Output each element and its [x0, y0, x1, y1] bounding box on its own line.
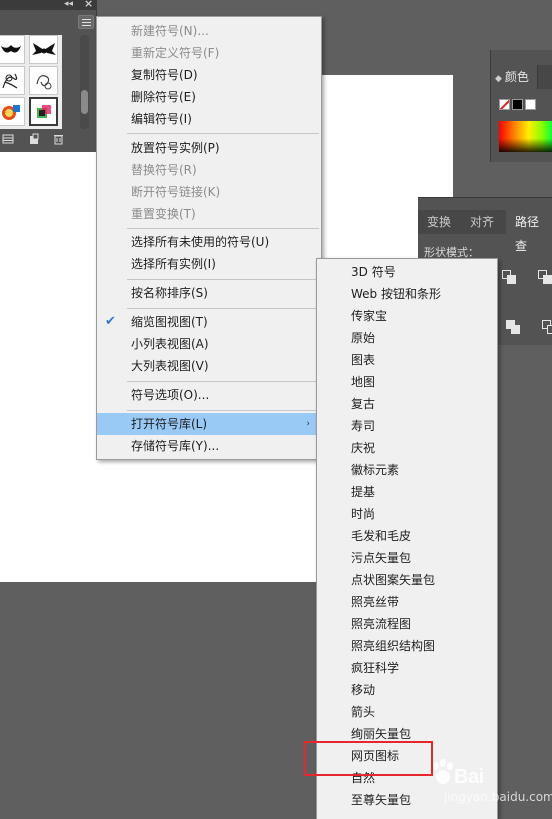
symbol-library-submenu: 3D 符号 Web 按钮和条形 传家宝 原始 图表 地图 复古 寿司 庆祝 徽标…	[316, 258, 498, 819]
symbol-thumb-badge[interactable]	[0, 97, 25, 126]
swatch-white[interactable]	[525, 99, 536, 110]
submenu-item[interactable]: 照亮组织结构图	[317, 635, 497, 657]
close-icon[interactable]: ×	[84, 0, 93, 10]
menu-reset-transform: 重置变换(T)	[131, 207, 196, 221]
menu-save-symbol-library[interactable]: 存储符号库(Y)...	[97, 435, 321, 457]
menu-replace-symbol: 替换符号(R)	[131, 163, 197, 177]
submenu-item[interactable]: Web 按钮和条形	[317, 283, 497, 305]
submenu-item[interactable]: 徽标元素	[317, 459, 497, 481]
merge-icon[interactable]	[542, 320, 552, 334]
submenu-item[interactable]: 寿司	[317, 415, 497, 437]
submenu-item[interactable]: 原始	[317, 327, 497, 349]
tab-color[interactable]: ◆ 颜色	[491, 65, 537, 89]
symbol-thumb-floral[interactable]	[0, 66, 25, 95]
panel-title-bar[interactable]	[0, 0, 97, 10]
tab-chevron-icon: ◆	[495, 74, 502, 84]
menu-select-all-instances[interactable]: 选择所有实例(I)	[97, 253, 321, 275]
submenu-item[interactable]: 3D 符号	[317, 261, 497, 283]
swatch-none[interactable]	[499, 99, 510, 110]
submenu-item[interactable]: 照亮流程图	[317, 613, 497, 635]
tab-pathfinder[interactable]: 路径查	[506, 210, 552, 253]
submenu-item[interactable]: 提基	[317, 481, 497, 503]
submenu-item[interactable]: 时尚	[317, 503, 497, 525]
tab-color-label: 颜色	[504, 70, 529, 84]
menu-thumbnail-view-label: 缩览图视图(T)	[131, 315, 208, 329]
annotation-highlight-box	[304, 741, 433, 776]
menu-place-symbol-instance[interactable]: 放置符号实例(P)	[97, 137, 321, 159]
menu-separator	[127, 308, 319, 309]
symbol-thumb-box[interactable]	[29, 97, 58, 126]
menu-duplicate-symbol[interactable]: 复制符号(D)	[97, 64, 321, 86]
trim-icon[interactable]	[506, 320, 520, 334]
submenu-item[interactable]: 疯狂科学	[317, 657, 497, 679]
submenu-item[interactable]: 照亮丝带	[317, 591, 497, 613]
submenu-item[interactable]: 复古	[317, 393, 497, 415]
symbol-grid	[0, 35, 62, 129]
menu-open-symbol-library-label: 打开符号库(L)	[131, 417, 208, 431]
symbols-panel-menu: 新建符号(N)... 重新定义符号(F) 复制符号(D) 删除符号(E) 编辑符…	[96, 16, 322, 460]
menu-new-symbol: 新建符号(N)...	[131, 24, 209, 38]
submenu-item[interactable]: 点状图案矢量包	[317, 569, 497, 591]
color-panel: ◆ 颜色	[490, 50, 552, 162]
menu-delete-symbol[interactable]: 删除符号(E)	[97, 86, 321, 108]
menu-small-list-view[interactable]: 小列表视图(A)	[97, 333, 321, 355]
tab-align[interactable]: 对齐	[461, 210, 503, 234]
submenu-item[interactable]: 图表	[317, 349, 497, 371]
menu-thumbnail-view[interactable]: ✔ 缩览图视图(T)	[97, 311, 321, 333]
checkmark-icon: ✔	[105, 314, 116, 329]
new-symbol-icon[interactable]	[28, 133, 40, 145]
menu-symbol-options[interactable]: 符号选项(O)...	[97, 384, 321, 406]
submenu-item[interactable]: 毛发和毛皮	[317, 525, 497, 547]
menu-large-list-view[interactable]: 大列表视图(V)	[97, 355, 321, 377]
submenu-item[interactable]: 传家宝	[317, 305, 497, 327]
intersect-icon[interactable]	[538, 270, 552, 284]
menu-separator	[127, 381, 319, 382]
color-spectrum[interactable]	[499, 121, 552, 152]
scrollbar-thumb[interactable]	[81, 90, 88, 114]
menu-edit-symbol[interactable]: 编辑符号(I)	[97, 108, 321, 130]
collapse-icon[interactable]: ◂◂	[64, 0, 73, 9]
submenu-item[interactable]: 至尊矢量包	[317, 789, 497, 811]
delete-symbol-icon[interactable]	[52, 133, 64, 145]
submenu-item[interactable]: 地图	[317, 371, 497, 393]
menu-break-link: 断开符号链接(K)	[131, 185, 221, 199]
symbol-thumb-swirl[interactable]	[29, 66, 58, 95]
panel-tabs: 变换 对齐 路径查	[418, 210, 552, 253]
submenu-arrow-icon: ›	[306, 419, 310, 429]
menu-separator	[127, 133, 319, 134]
symbol-thumb-wings[interactable]	[29, 35, 58, 64]
minus-front-icon[interactable]	[502, 270, 516, 284]
menu-separator	[127, 410, 319, 411]
symbol-thumb-banner[interactable]	[0, 35, 25, 64]
menu-redefine-symbol: 重新定义符号(F)	[131, 46, 220, 60]
swatch-black[interactable]	[512, 99, 523, 110]
symbol-library-icon[interactable]	[2, 133, 14, 145]
symbol-scrollbar[interactable]	[80, 35, 89, 129]
submenu-item[interactable]: 庆祝	[317, 437, 497, 459]
tab-transform[interactable]: 变换	[418, 210, 460, 234]
menu-separator	[127, 279, 319, 280]
tab-next[interactable]	[537, 65, 552, 89]
submenu-item[interactable]: 箭头	[317, 701, 497, 723]
submenu-item[interactable]: 移动	[317, 679, 497, 701]
menu-select-unused[interactable]: 选择所有未使用的符号(U)	[97, 231, 321, 253]
menu-open-symbol-library[interactable]: 打开符号库(L) ›	[97, 413, 321, 435]
symbols-panel: ◂◂ ×	[0, 0, 97, 152]
menu-sort-by-name[interactable]: 按名称排序(S)	[97, 282, 321, 304]
submenu-item[interactable]: 污点矢量包	[317, 547, 497, 569]
menu-separator	[127, 228, 319, 229]
panel-menu-icon[interactable]	[78, 15, 94, 29]
